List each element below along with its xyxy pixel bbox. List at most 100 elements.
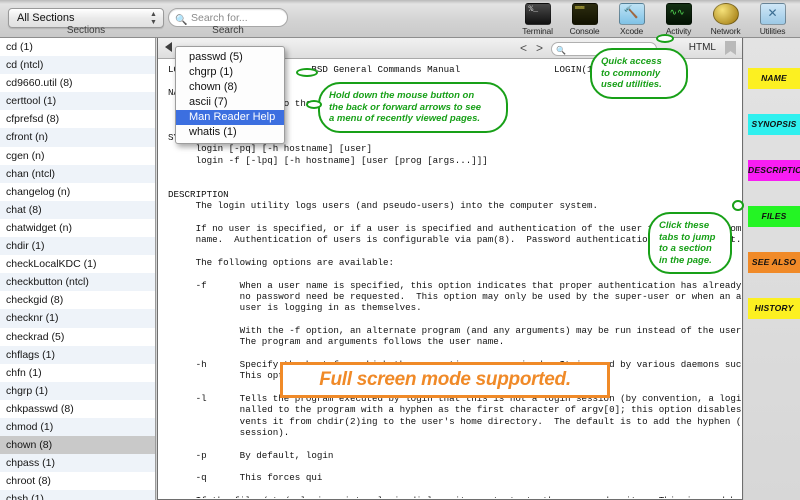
list-item-label: checkLocalKDC (1): [6, 258, 97, 271]
popup-arrows-icon: ▲ ▼: [150, 11, 157, 26]
man-page-list[interactable]: cd (1) cd (ntcl) cd9660.util (8) certtool (…: [0, 38, 156, 500]
annotation-pointer-dot: [306, 100, 322, 109]
network-globe-icon: [712, 3, 739, 25]
list-item[interactable]: chfn (1): [0, 364, 155, 382]
search-icon: 🔍: [175, 15, 188, 26]
menu-item[interactable]: chgrp (1): [176, 65, 284, 80]
annotation-pointer-dot-small: [296, 68, 318, 77]
toolbar-item-terminal-label: Terminal: [522, 26, 553, 36]
list-item[interactable]: chdir (1): [0, 237, 155, 256]
annotation-history-menu-text: Hold down the mouse button on the back o…: [329, 90, 482, 124]
list-item[interactable]: changelog (n): [0, 183, 155, 201]
toolbar-item-xcode-label: Xcode: [619, 26, 644, 36]
list-item[interactable]: chroot (8): [0, 472, 155, 490]
list-item-label: cd (1): [6, 41, 33, 53]
toolbar-item-utilities-label: Utilities: [759, 26, 786, 36]
man-reader-window: All Sections ▲ ▼ Sections 🔍 Search for...…: [0, 0, 800, 500]
toolbar-item-network[interactable]: Network: [702, 2, 749, 36]
toolbar-item-utilities[interactable]: Utilities: [749, 2, 796, 36]
menu-item[interactable]: Man Reader Help: [176, 110, 284, 125]
xcode-hammer-icon: [618, 3, 645, 25]
annotation-section-tabs-text: Click these tabs to jump to a section in…: [659, 220, 716, 266]
annotation-section-tabs-bubble: Click these tabs to jump to a section in…: [648, 212, 732, 274]
list-item-label: chan (ntcl): [6, 167, 56, 180]
sections-caption: Sections: [66, 25, 106, 36]
list-item[interactable]: chkpasswd (8): [0, 400, 155, 418]
menu-item[interactable]: whatis (1): [176, 125, 284, 140]
toolbar-item-xcode[interactable]: Xcode: [608, 2, 655, 36]
list-item-label: cgen (n): [6, 149, 45, 162]
section-tab-synopsis[interactable]: SYNOPSIS: [748, 114, 800, 135]
list-item[interactable]: chsh (1): [0, 490, 155, 500]
section-tab-history[interactable]: HISTORY: [748, 298, 800, 319]
list-item-label: checkbutton (ntcl): [6, 276, 89, 289]
list-item-label: chpass (1): [6, 457, 56, 470]
list-item[interactable]: chpass (1): [0, 454, 155, 473]
list-item[interactable]: cd9660.util (8): [0, 74, 155, 92]
list-item[interactable]: checkgid (8): [0, 291, 155, 309]
section-tab-strip: NAME SYNOPSIS DESCRIPTION FILES SEE ALSO HIST…: [744, 38, 800, 500]
activity-monitor-icon: [665, 3, 692, 25]
list-item[interactable]: checkLocalKDC (1): [0, 255, 155, 273]
search-placeholder-text: Search for...: [191, 12, 248, 24]
list-item-label: checkgid (8): [6, 294, 64, 307]
list-item-label: chown (8): [6, 439, 53, 452]
list-item[interactable]: checkbutton (ntcl): [0, 273, 155, 292]
main-toolbar: All Sections ▲ ▼ Sections 🔍 Search for...…: [0, 0, 800, 38]
back-arrow-icon[interactable]: [165, 42, 172, 52]
list-item-label: chmod (1): [6, 420, 54, 433]
list-item[interactable]: chflags (1): [0, 345, 155, 364]
annotation-utilities-text: Quick access to commonly used utilities.: [601, 56, 662, 90]
list-item[interactable]: chatwidget (n): [0, 219, 155, 237]
next-page-button[interactable]: >: [536, 41, 543, 55]
toolbar-item-network-label: Network: [710, 26, 741, 36]
menu-item[interactable]: passwd (5): [176, 50, 284, 65]
utilities-folder-icon: [759, 3, 786, 25]
list-item-label: chkpasswd (8): [6, 402, 74, 415]
annotation-fullscreen-text: Full screen mode supported.: [319, 369, 571, 390]
list-item-label: chfn (1): [6, 366, 42, 379]
find-search-icon: 🔍: [556, 46, 566, 55]
menu-item[interactable]: ascii (7): [176, 95, 284, 110]
console-icon: [571, 3, 598, 25]
section-tab-name[interactable]: NAME: [748, 68, 800, 89]
list-item[interactable]: cgen (n): [0, 147, 155, 165]
list-item[interactable]: cd (ntcl): [0, 56, 155, 75]
list-item[interactable]: certtool (1): [0, 92, 155, 111]
toolbar-item-activity[interactable]: Activity: [655, 2, 702, 36]
list-item-label: cfprefsd (8): [6, 113, 60, 126]
list-item[interactable]: chmod (1): [0, 417, 155, 437]
list-item[interactable]: chat (8): [0, 200, 155, 219]
list-item[interactable]: cd (1): [0, 38, 155, 56]
list-item[interactable]: checkrad (5): [0, 328, 155, 346]
list-item-label: chatwidget (n): [6, 221, 72, 234]
toolbar-item-console-label: Console: [569, 26, 600, 36]
sections-popup-value: All Sections: [17, 12, 75, 24]
list-item-label: chdir (1): [6, 240, 45, 253]
list-item[interactable]: chan (ntcl): [0, 164, 155, 183]
search-caption: Search: [212, 25, 244, 36]
list-item[interactable]: checknr (1): [0, 309, 155, 328]
bookmark-icon[interactable]: [725, 41, 736, 55]
list-item[interactable]: cfront (n): [0, 128, 155, 147]
annotation-pointer-dot: [732, 200, 744, 211]
terminal-icon: [524, 3, 551, 25]
utility-shortcuts-group: Terminal Console Xcode Activity Network …: [514, 2, 796, 36]
recent-pages-menu[interactable]: passwd (5) chgrp (1) chown (8) ascii (7) Man…: [175, 46, 285, 144]
menu-item[interactable]: chown (8): [176, 80, 284, 95]
section-tab-description[interactable]: DESCRIPTION: [748, 160, 800, 181]
toolbar-item-terminal[interactable]: Terminal: [514, 2, 561, 36]
format-label: HTML: [688, 42, 716, 53]
list-item[interactable]: chown (8): [0, 436, 155, 455]
section-tab-files[interactable]: FILES: [748, 206, 800, 227]
list-item[interactable]: cfprefsd (8): [0, 110, 155, 128]
list-item-label: cd (ntcl): [6, 59, 44, 72]
toolbar-item-console[interactable]: Console: [561, 2, 608, 36]
list-item-label: cfront (n): [6, 131, 49, 144]
list-item[interactable]: chgrp (1): [0, 381, 155, 400]
previous-page-button[interactable]: <: [520, 41, 527, 55]
section-tab-see-also[interactable]: SEE ALSO: [748, 252, 800, 273]
annotation-section-tabs: Click these tabs to jump to a section in…: [648, 200, 744, 274]
annotation-pointer-dot: [656, 34, 674, 43]
list-item-label: certtool (1): [6, 95, 57, 108]
